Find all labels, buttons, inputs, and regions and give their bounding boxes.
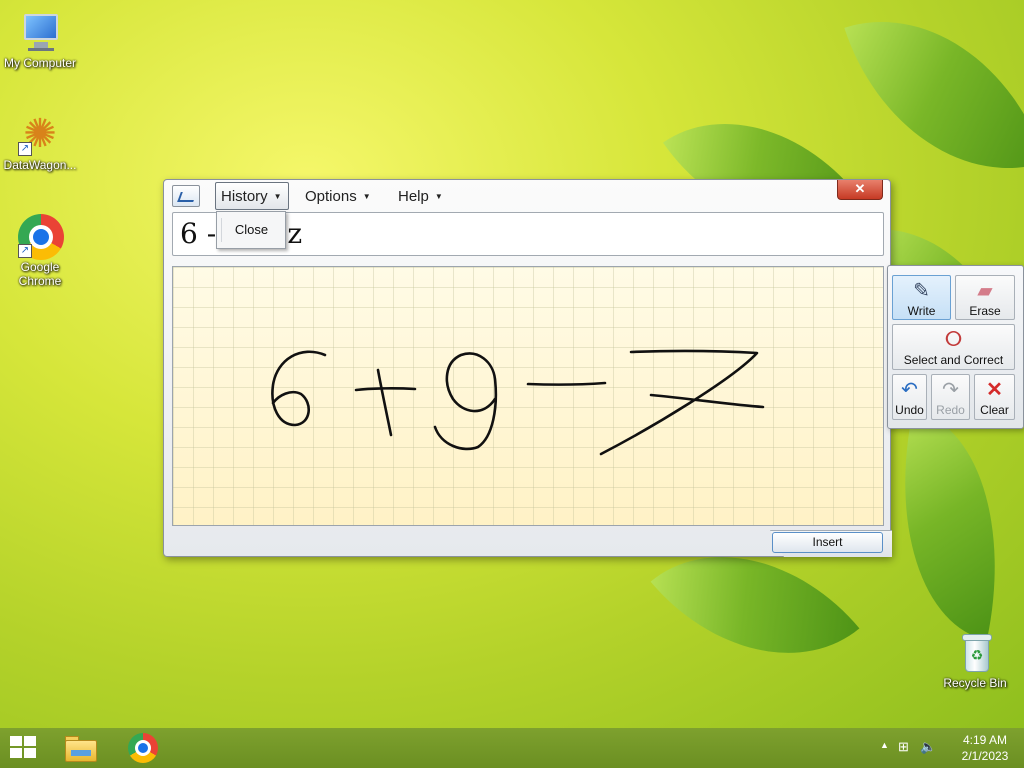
clock-time: 4:19 AM: [962, 733, 1008, 747]
desktop-icon-recycle-bin[interactable]: ♻ Recycle Bin: [935, 630, 1015, 690]
desktop-icon-label: Google Chrome: [18, 260, 62, 288]
windows-logo-icon: [10, 736, 22, 746]
file-explorer-icon[interactable]: [63, 732, 99, 764]
computer-icon: [18, 10, 62, 54]
shortcut-arrow-icon: ↗: [18, 142, 32, 156]
desktop-icon-my-computer[interactable]: My Computer: [0, 10, 80, 70]
clear-x-icon: ✕: [986, 379, 1003, 401]
select-and-correct-button[interactable]: ⵔ Select and Correct: [892, 324, 1015, 370]
handwriting-ink: [271, 349, 765, 456]
menu-history[interactable]: History ▼: [215, 182, 289, 210]
system-tray: ▲ ⊞ 🔈 4:19 AM 2/1/2023: [864, 728, 1024, 768]
desktop-icon-label: My Computer: [3, 56, 77, 70]
start-button[interactable]: [10, 736, 38, 760]
history-dropdown-menu: Close: [216, 211, 286, 249]
redo-button[interactable]: ↷ Redo: [931, 374, 970, 420]
chevron-down-icon: ▼: [362, 191, 371, 201]
undo-icon: ↶: [901, 379, 918, 401]
tool-panel: ✎ Write ▰ Erase ⵔ Select and Correct ↶ U…: [887, 265, 1024, 429]
eraser-icon: ▰: [977, 280, 993, 302]
ink-stroke-plus-h: [354, 387, 417, 392]
handwriting-area[interactable]: [172, 266, 884, 526]
undo-label: Undo: [895, 403, 924, 417]
history-menu-close[interactable]: Close: [221, 218, 281, 242]
ink-stroke-7-top: [599, 349, 759, 456]
menu-bar: History ▼ Options ▼ Help ▼ ✕: [164, 180, 890, 212]
redo-label: Redo: [936, 403, 965, 417]
desktop-icon-google-chrome[interactable]: ↗ Google Chrome: [0, 214, 80, 288]
shortcut-arrow-icon: ↗: [18, 244, 32, 258]
undo-button[interactable]: ↶ Undo: [892, 374, 927, 420]
desktop-icon-label: DataWagon...: [3, 158, 77, 172]
ink-stroke-9: [433, 352, 498, 451]
math-input-panel-icon: [172, 185, 200, 207]
recycle-bin-icon: ♻: [953, 630, 997, 674]
clock[interactable]: 4:19 AM 2/1/2023: [952, 732, 1018, 764]
erase-label: Erase: [969, 304, 1001, 318]
taskbar: ▲ ⊞ 🔈 4:19 AM 2/1/2023: [0, 728, 1024, 768]
wallpaper-leaf: [869, 409, 1024, 641]
close-window-button[interactable]: ✕: [837, 180, 883, 200]
erase-button[interactable]: ▰ Erase: [955, 275, 1015, 320]
chrome-icon: ↗: [18, 214, 64, 260]
write-label: Write: [907, 304, 936, 318]
volume-icon[interactable]: 🔈: [920, 739, 936, 755]
menu-options-label: Options: [305, 187, 357, 205]
menu-options[interactable]: Options ▼: [300, 182, 376, 210]
ink-stroke-minus: [526, 381, 607, 386]
chevron-down-icon: ▼: [273, 191, 282, 201]
clock-date: 2/1/2023: [961, 749, 1009, 763]
insert-button[interactable]: Insert: [772, 532, 883, 553]
lasso-icon: ⵔ: [944, 329, 963, 351]
ink-stroke-plus-v: [376, 368, 393, 437]
write-button[interactable]: ✎ Write: [892, 275, 951, 320]
show-hidden-icons-icon[interactable]: ▲: [880, 740, 889, 750]
desktop-icon-datawagon[interactable]: ✺ ↗ DataWagon...: [0, 112, 80, 172]
chevron-down-icon: ▼: [434, 191, 443, 201]
datawagon-icon: ✺ ↗: [18, 112, 62, 156]
chrome-taskbar-icon[interactable]: [125, 732, 161, 764]
redo-icon: ↷: [942, 379, 959, 401]
clear-label: Clear: [980, 403, 1009, 417]
wallpaper-leaf: [844, 0, 1024, 209]
ink-stroke-6: [271, 350, 327, 427]
menu-help-label: Help: [398, 187, 429, 205]
pen-icon: ✎: [913, 280, 930, 302]
math-input-panel-window: History ▼ Options ▼ Help ▼ ✕ 6 - z Close: [163, 179, 892, 557]
ink-stroke-7-cross: [649, 393, 765, 409]
select-and-correct-label: Select and Correct: [903, 353, 1004, 367]
clear-button[interactable]: ✕ Clear: [974, 374, 1015, 420]
menu-help[interactable]: Help ▼: [393, 182, 448, 210]
menu-history-label: History: [221, 187, 268, 205]
network-icon[interactable]: ⊞: [898, 739, 909, 755]
desktop-icon-label: Recycle Bin: [943, 676, 1007, 690]
